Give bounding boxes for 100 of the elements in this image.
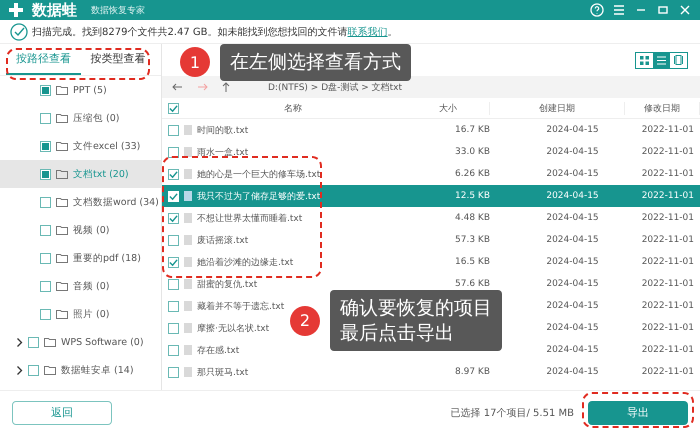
checkbox[interactable] (168, 168, 179, 180)
modified-date: 2022-11-01 (640, 213, 695, 223)
checkbox[interactable] (168, 234, 179, 246)
modified-date: 2022-11-01 (640, 279, 695, 289)
folder-icon (56, 309, 68, 319)
file-size: 57.6 KB (454, 279, 490, 289)
selection-summary: 已选择 17个项目/ 5.51 MB (450, 406, 574, 420)
modified-date: 2022-11-01 (640, 147, 695, 157)
folder-icon (44, 337, 56, 347)
file-size: 6.26 KB (454, 169, 490, 179)
file-name: 那只斑马.txt (197, 366, 248, 378)
file-icon (184, 257, 192, 267)
checkbox[interactable] (168, 102, 179, 114)
file-icon (184, 279, 192, 289)
checkbox[interactable] (168, 278, 179, 290)
file-icon (184, 367, 192, 377)
file-size: 8.97 KB (454, 367, 490, 377)
folder-icon (56, 281, 68, 291)
export-button[interactable]: 导出 (588, 400, 688, 424)
tooltip-text: 在左侧选择查看方式 (230, 50, 401, 75)
file-name: 不想让世界太懂而睡着.txt (197, 212, 302, 224)
checkbox[interactable] (168, 366, 179, 378)
file-icon (184, 323, 192, 333)
file-name: 废话摇滚.txt (197, 234, 248, 246)
selected-row-highlight[interactable]: 我只不过为了储存足够的爱.txt 12.5 KB 2024-04-15 2022-11-01 (162, 185, 700, 207)
checkbox[interactable] (168, 124, 179, 136)
chevron-right-icon[interactable] (16, 366, 23, 374)
checkbox[interactable] (40, 168, 51, 180)
file-size: 33.0 KB (454, 147, 490, 157)
tooltip-text: 最后点击导出 (340, 320, 455, 346)
tree-item-label[interactable]: 数据蛙安卓 (14) (61, 364, 134, 376)
created-date: 2024-04-15 (545, 169, 600, 179)
tree-item-label[interactable]: 视频 (0) (73, 224, 110, 236)
tree-item-label[interactable]: 照片 (0) (73, 308, 110, 320)
tree-item-label[interactable]: PPT (5) (73, 84, 107, 96)
file-icon (184, 125, 192, 135)
folder-icon (56, 197, 68, 207)
file-size: 16.7 KB (454, 125, 490, 135)
checkbox[interactable] (168, 300, 179, 312)
modified-date: 2022-11-01 (640, 367, 695, 377)
list-view-icon (657, 56, 666, 64)
checkbox[interactable] (168, 256, 179, 268)
file-name: 甜蜜的复仇.txt (197, 278, 258, 290)
contact-link[interactable]: 联系我们 (348, 26, 388, 38)
app-name: 数据蛙 (32, 0, 77, 20)
column-header: 修改日期 (625, 102, 700, 114)
checkbox[interactable] (168, 212, 179, 224)
tree-item-label[interactable]: 重要的pdf (18) (73, 252, 141, 264)
checkbox[interactable] (40, 224, 51, 236)
help-icon[interactable] (590, 3, 604, 17)
checkbox[interactable] (28, 336, 39, 348)
file-name: 她的心是一个巨大的修车场.txt (197, 168, 320, 180)
tree-item-label[interactable]: 文档数据word (34) (73, 196, 159, 208)
checkbox[interactable] (40, 112, 51, 124)
grid-view-icon (640, 56, 649, 64)
file-icon (184, 169, 192, 179)
created-date: 2024-04-15 (545, 279, 600, 289)
forward-arrow-icon[interactable] (197, 83, 208, 91)
checkbox[interactable] (40, 252, 51, 264)
up-arrow-icon[interactable] (222, 82, 230, 92)
file-size: 4.48 KB (454, 213, 490, 223)
view-tab[interactable]: 按类型查看 (80, 44, 155, 75)
modified-date: 2022-11-01 (640, 235, 695, 245)
checkbox[interactable] (168, 146, 179, 158)
tree-item-label[interactable]: 压缩包 (0) (73, 112, 120, 124)
column-header: 大小 (407, 102, 490, 114)
created-date: 2024-04-15 (545, 213, 600, 223)
created-date: 2024-04-15 (545, 125, 600, 135)
modified-date: 2022-11-01 (640, 301, 695, 311)
logo-icon (8, 2, 24, 18)
view-mode-button[interactable] (653, 52, 670, 68)
close-icon[interactable] (678, 3, 692, 17)
checkbox[interactable] (40, 84, 51, 96)
created-date: 2024-04-15 (545, 191, 600, 201)
modified-date: 2022-11-01 (640, 323, 695, 333)
folder-icon (44, 365, 56, 375)
file-name: 摩擦·无以名状.txt (197, 322, 270, 334)
checkbox[interactable] (40, 196, 51, 208)
chevron-right-icon[interactable] (16, 338, 23, 346)
folder-icon (56, 169, 68, 179)
check-circle-icon (10, 22, 28, 40)
tree-item-label[interactable]: 音频 (0) (73, 280, 110, 292)
column-header: 创建日期 (490, 102, 625, 114)
checkbox[interactable] (40, 140, 51, 152)
checkbox[interactable] (28, 364, 39, 376)
back-button[interactable]: 返回 (12, 400, 112, 424)
checkbox[interactable] (40, 308, 51, 320)
checkbox[interactable] (168, 322, 179, 334)
checkbox[interactable] (168, 344, 179, 356)
back-arrow-icon[interactable] (172, 83, 183, 91)
file-icon (184, 191, 192, 201)
created-date: 2024-04-15 (545, 235, 600, 245)
tree-item-label[interactable]: 文件excel (33) (73, 140, 140, 152)
breadcrumb-path: D:(NTFS) > D盘-测试 > 文档txt (268, 82, 402, 94)
tooltip-text: 确认要恢复的项目 (340, 296, 492, 321)
tree-item-label[interactable]: WPS Software (0) (61, 336, 144, 348)
menu-icon[interactable] (612, 3, 626, 17)
view-tab[interactable]: 按路径查看 (6, 44, 80, 75)
modified-date: 2022-11-01 (640, 125, 695, 135)
checkbox[interactable] (40, 280, 51, 292)
